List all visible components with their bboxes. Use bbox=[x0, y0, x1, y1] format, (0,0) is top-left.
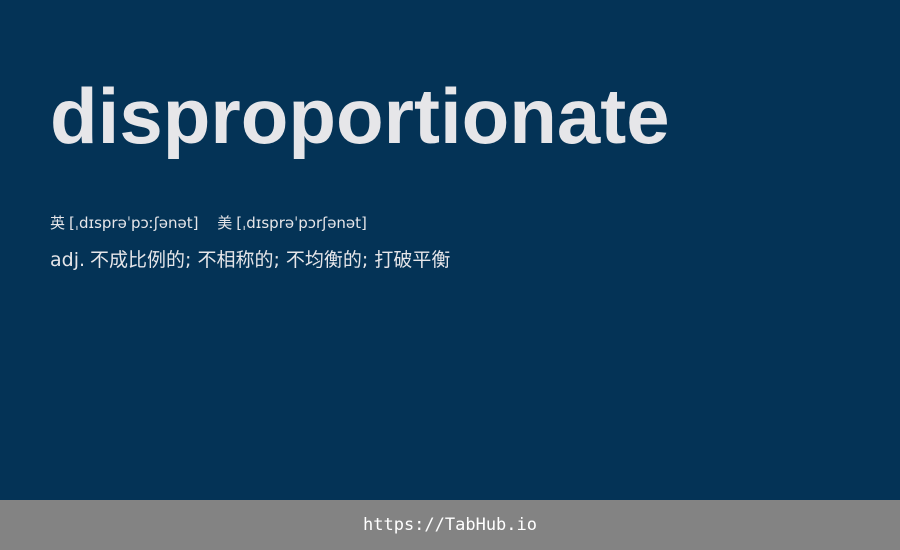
definition-row: adj. 不成比例的; 不相称的; 不均衡的; 打破平衡 bbox=[50, 246, 450, 274]
uk-ipa: [ˌdɪsprəˈpɔːʃənət] bbox=[69, 214, 199, 232]
uk-pronunciation: 英 [ˌdɪsprəˈpɔːʃənət] bbox=[50, 212, 199, 234]
word-card: disproportionate 英 [ˌdɪsprəˈpɔːʃənət] 美 [ˌ… bbox=[0, 0, 900, 500]
footer-bar: https://TabHub.io bbox=[0, 500, 900, 550]
pronunciation-row: 英 [ˌdɪsprəˈpɔːʃənət] 美 [ˌdɪsprəˈpɔrʃənət] bbox=[50, 212, 367, 234]
part-of-speech: adj. bbox=[50, 249, 86, 271]
us-label: 美 bbox=[217, 214, 233, 232]
definition-meaning: 不成比例的; 不相称的; 不均衡的; 打破平衡 bbox=[90, 249, 451, 271]
uk-label: 英 bbox=[50, 214, 66, 232]
headword: disproportionate bbox=[50, 72, 670, 160]
us-pronunciation: 美 [ˌdɪsprəˈpɔrʃənət] bbox=[217, 212, 367, 234]
tabhub-link[interactable]: https://TabHub.io bbox=[363, 515, 537, 535]
us-ipa: [ˌdɪsprəˈpɔrʃənət] bbox=[236, 214, 367, 232]
